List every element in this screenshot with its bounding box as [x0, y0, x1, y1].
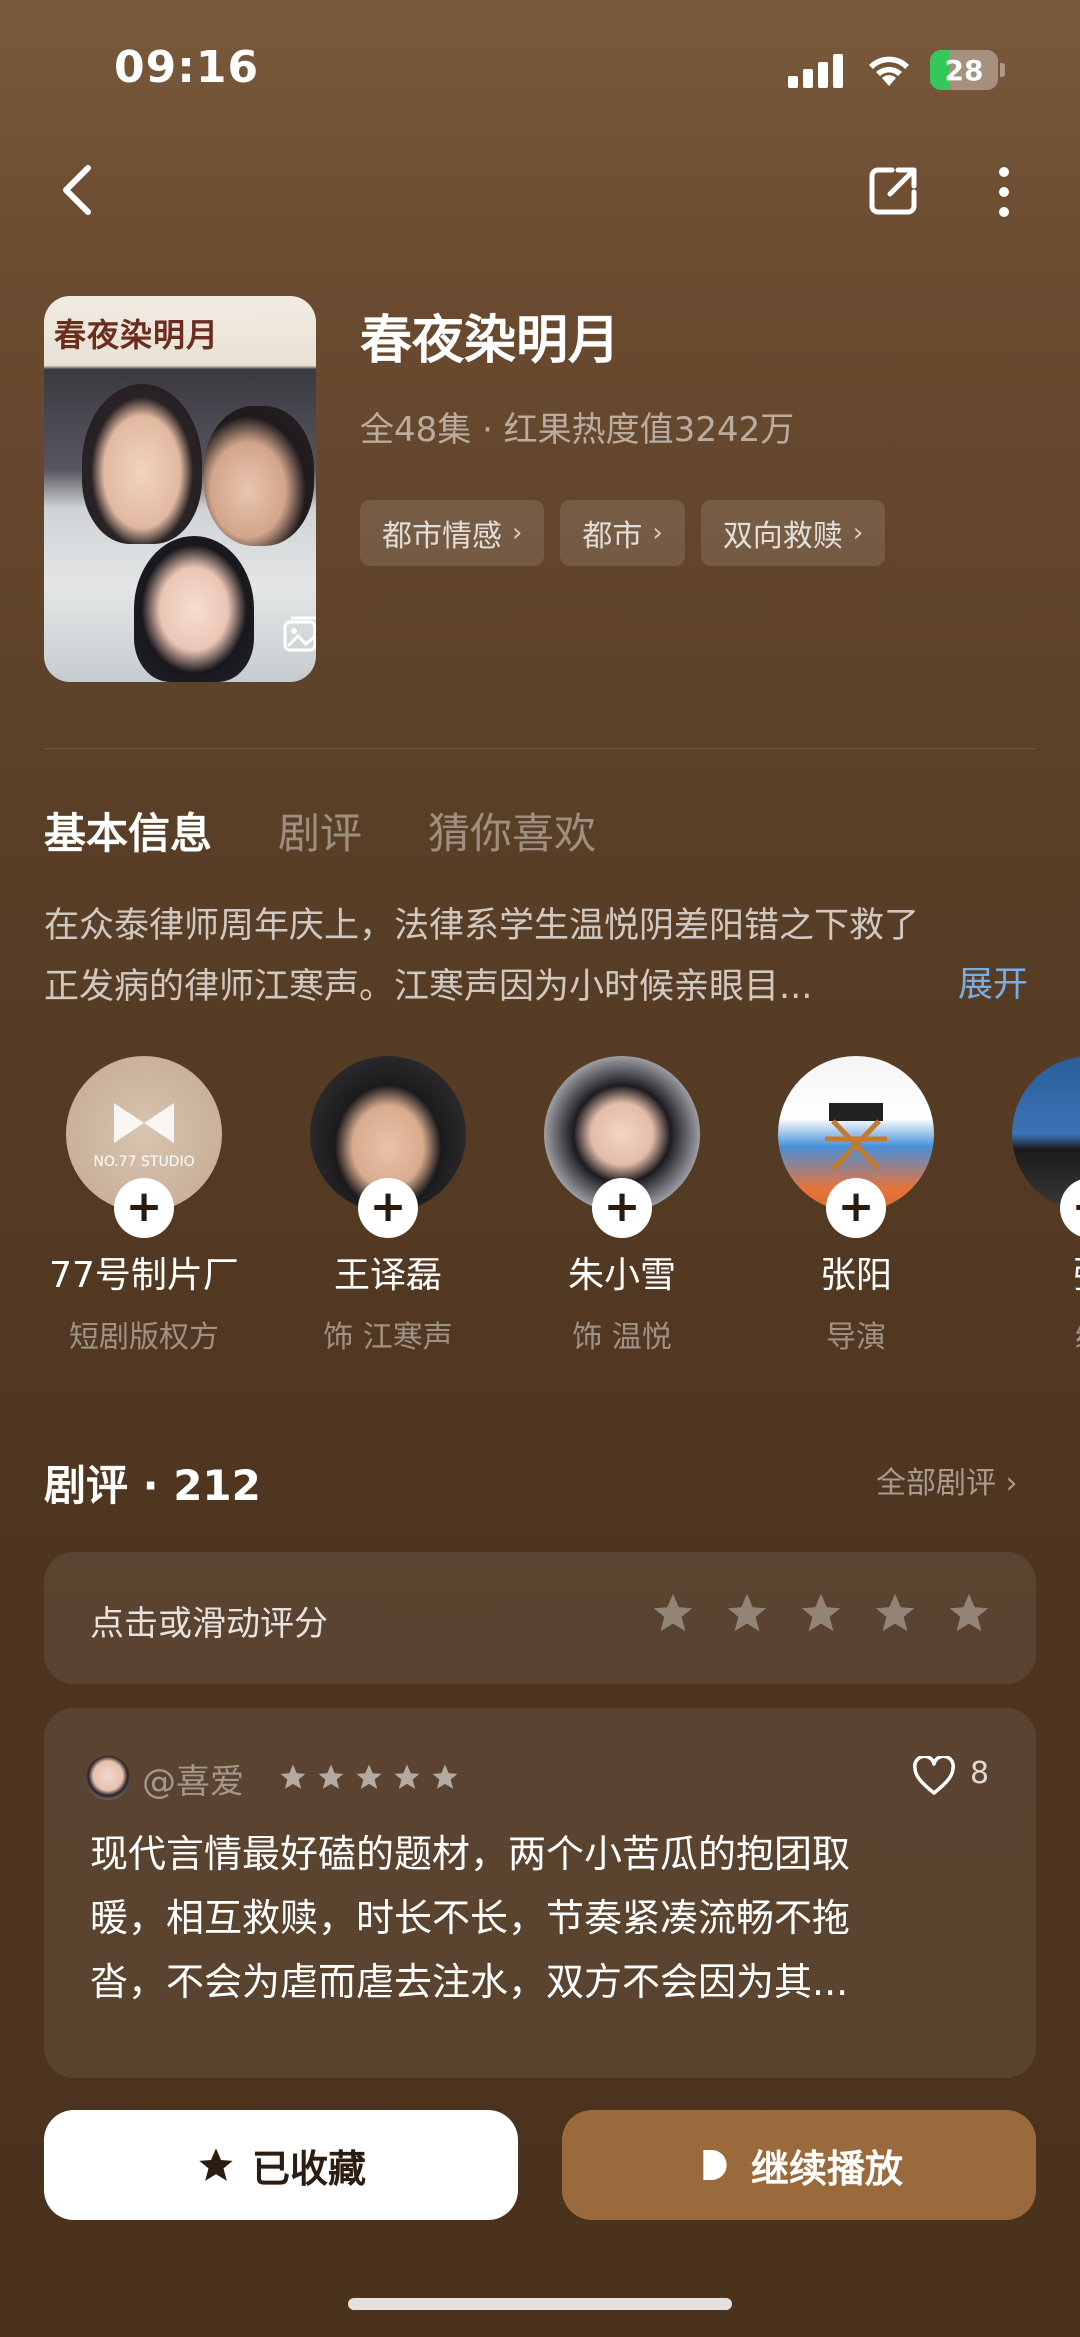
review-stars — [278, 1762, 460, 1792]
follow-button[interactable]: + — [826, 1178, 886, 1238]
like-count: 8 — [970, 1756, 990, 1791]
cast-item[interactable]: NO.77 STUDIO + 77号制片厂 短剧版权方 — [44, 1056, 254, 1356]
divider — [44, 748, 1036, 749]
reviews-title: 剧评 · 212 — [44, 1461, 261, 1510]
avatar[interactable] — [86, 1756, 130, 1800]
drama-poster[interactable]: 春夜染明月 — [44, 296, 316, 682]
genre-tags: 都市情感 › 都市 › 双向救赎 › — [360, 500, 886, 566]
wifi-icon — [869, 56, 909, 86]
share-icon[interactable] — [866, 162, 922, 218]
continue-play-button[interactable]: 继续播放 — [562, 2110, 1036, 2220]
cast-item[interactable]: + 张阳 导演 — [746, 1056, 966, 1356]
heart-icon[interactable] — [912, 1756, 956, 1796]
rating-prompt: 点击或滑动评分 — [90, 1604, 328, 1644]
chevron-right-icon: › — [652, 518, 663, 548]
cellular-signal-icon — [788, 54, 843, 88]
star-icon — [199, 2148, 233, 2181]
content-tabs: 基本信息 剧评 猜你喜欢 — [44, 800, 596, 861]
tag-mutual-redemption[interactable]: 双向救赎 › — [700, 500, 886, 566]
rating-box[interactable]: 点击或滑动评分 — [44, 1552, 1036, 1684]
chevron-right-icon: › — [512, 518, 523, 548]
synopsis-line-1: 在众泰律师周年庆上，法律系学生温悦阴差阳错之下救了 — [44, 906, 920, 946]
status-time: 09:16 — [114, 42, 260, 93]
review-text: 现代言情最好磕的题材，两个小苦瓜的抱团取 暖，相互救赎，时长不长，节奏紧凑流畅不… — [90, 1832, 851, 2004]
tag-urban-romance[interactable]: 都市情感 › — [360, 500, 545, 566]
more-vertical-icon[interactable] — [984, 164, 1024, 220]
synopsis-line-2: 正发病的律师江寒声。江寒声因为小时候亲眼目... — [44, 967, 813, 1007]
cast-list: NO.77 STUDIO + 77号制片厂 短剧版权方 + 王译磊 饰 江寒声 … — [44, 1056, 1080, 1376]
battery-indicator: 28 — [930, 50, 1006, 90]
chevron-right-icon: › — [996, 1466, 1018, 1501]
gallery-icon[interactable] — [282, 614, 316, 654]
follow-button[interactable]: + — [114, 1178, 174, 1238]
synopsis: 在众泰律师周年庆上，法律系学生温悦阴差阳错之下救了 正发病的律师江寒声。江寒声因… — [44, 896, 1034, 1018]
tab-reviews[interactable]: 剧评 — [278, 800, 362, 861]
play-icon — [703, 2150, 727, 2180]
rating-stars[interactable] — [650, 1590, 992, 1636]
film-reel-icon — [114, 1103, 174, 1143]
tab-basic-info[interactable]: 基本信息 — [44, 800, 212, 861]
star-icon — [432, 1764, 458, 1789]
director-chair-icon — [825, 1103, 887, 1171]
favorite-button[interactable]: 已收藏 — [44, 2110, 518, 2220]
tag-urban[interactable]: 都市 › — [560, 500, 685, 566]
cast-item[interactable]: + 朱小雪 饰 温悦 — [512, 1056, 732, 1356]
drama-title: 春夜染明月 — [360, 311, 621, 371]
star-icon — [356, 1764, 382, 1789]
cast-item[interactable]: + 张 编 — [980, 1056, 1080, 1356]
follow-button[interactable]: + — [358, 1178, 418, 1238]
star-icon[interactable] — [946, 1590, 992, 1636]
poster-title: 春夜染明月 — [54, 316, 220, 354]
star-icon[interactable] — [872, 1590, 918, 1636]
battery-percent: 28 — [944, 54, 984, 87]
review-username[interactable]: @喜爱 — [142, 1754, 244, 1803]
drama-meta: 全48集 · 红果热度值3242万 — [360, 410, 795, 450]
review-card[interactable]: @喜爱 8 现代言情最好磕的题材，两个小苦瓜的抱团取 暖，相互救赎，时长不长，节… — [44, 1708, 1036, 2078]
expand-link[interactable]: 展开 — [958, 956, 1028, 1007]
cast-item[interactable]: + 王译磊 饰 江寒声 — [278, 1056, 498, 1356]
tab-recommendations[interactable]: 猜你喜欢 — [428, 800, 596, 861]
star-icon[interactable] — [724, 1590, 770, 1636]
star-icon[interactable] — [798, 1590, 844, 1636]
star-icon — [394, 1764, 420, 1789]
chevron-right-icon: › — [852, 518, 864, 548]
home-indicator — [348, 2298, 732, 2310]
all-reviews-link[interactable]: 全部剧评 › — [876, 1458, 1018, 1502]
follow-button[interactable]: + — [592, 1178, 652, 1238]
star-icon — [280, 1764, 306, 1789]
star-icon — [318, 1764, 344, 1789]
chevron-left-icon[interactable] — [56, 160, 100, 220]
star-icon[interactable] — [650, 1590, 696, 1636]
